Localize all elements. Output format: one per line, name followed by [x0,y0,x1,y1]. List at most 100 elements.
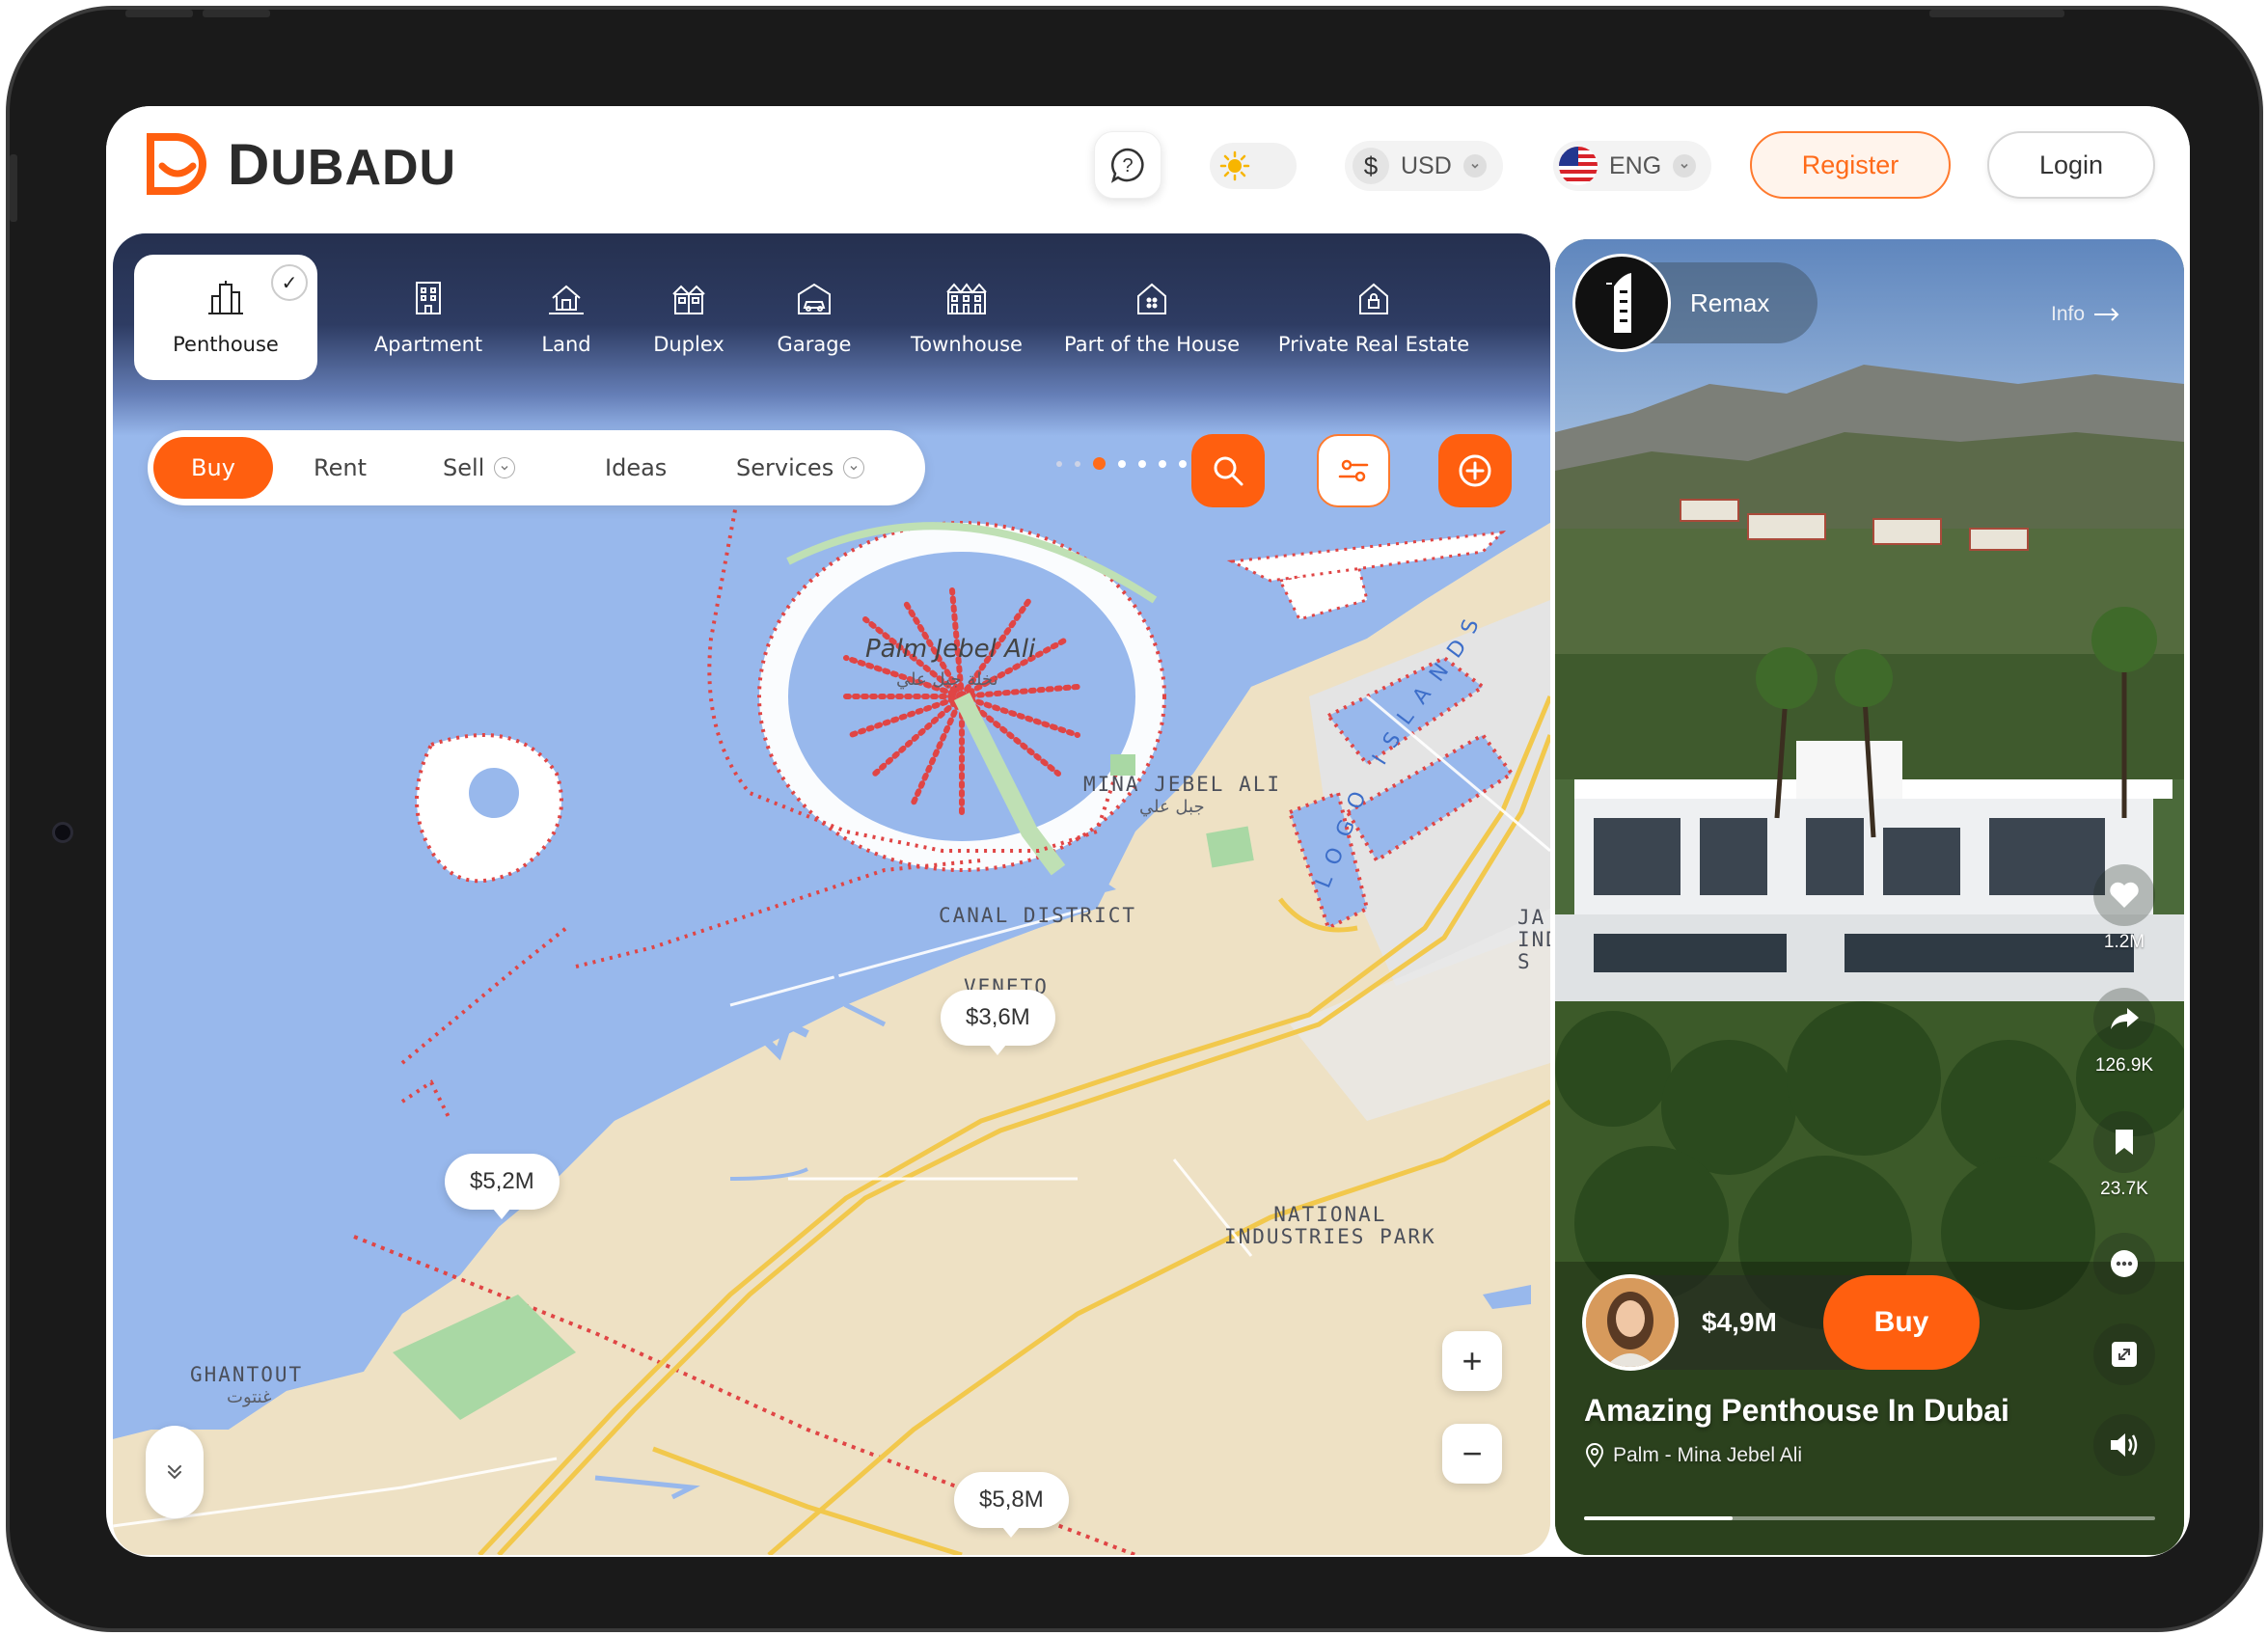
volume-button [125,10,193,17]
location-pin-icon [1585,1443,1604,1468]
chevron-down-icon [843,457,865,478]
agency-name: Remax [1690,287,1770,317]
listing-location: Palm - Mina Jebel Ali [1584,1443,1802,1468]
land-house-icon [549,285,584,314]
page-dot[interactable] [1179,459,1187,468]
rent-tab[interactable]: Rent [314,430,367,505]
zoom-in-button[interactable]: + [1442,1331,1502,1391]
map-label-line: NATIONAL [1273,1203,1387,1226]
brand-name: DUBADU [228,131,457,197]
map-label-canal-district: CANAL DISTRICT [939,904,1137,927]
category-penthouse[interactable]: ✓ Penthouse [134,255,317,380]
rent-label: Rent [314,454,367,481]
skyscraper-icon [208,281,243,314]
price-pin[interactable]: $5,2M [445,1154,560,1219]
page-dot[interactable] [1075,460,1080,467]
page-dot[interactable] [1056,460,1062,467]
fullscreen-action[interactable] [2088,1323,2161,1385]
tablet-frame: DUBADU ? $ USD ENG Register Login ✓ Pent… [6,6,2263,1632]
app-screen: DUBADU ? $ USD ENG Register Login ✓ Pent… [106,106,2190,1557]
listing-title: Amazing Penthouse In Dubai [1584,1393,2009,1428]
language-label: ENG [1609,151,1662,179]
price-pin[interactable]: $5,8M [954,1472,1069,1538]
chevron-down-icon [494,457,516,478]
category-label: Garage [777,333,852,356]
side-button [10,154,17,222]
volume-button [203,10,270,17]
category-label: Duplex [653,333,724,356]
listing-video[interactable]: Remax Info 1.2M 126.9K 23.7K $4,9M Buy A… [1555,239,2184,1555]
agent-avatar[interactable] [1582,1274,1679,1371]
page-dot[interactable] [1159,459,1166,468]
currency-label: USD [1401,151,1452,179]
chat-bubble-icon [2093,1233,2155,1295]
category-label: Land [541,333,591,356]
private-house-icon [1359,283,1388,314]
info-link[interactable]: Info [2051,303,2121,326]
login-button[interactable]: Login [1987,131,2155,199]
speaker-icon [2093,1414,2155,1476]
svg-text:LOGO ISLANDS: LOGO ISLANDS [1311,604,1488,891]
sound-action[interactable] [2088,1414,2161,1476]
theme-toggle[interactable] [1210,143,1297,189]
agency-chip[interactable]: Remax [1572,254,1817,352]
language-select[interactable]: ENG [1553,141,1711,191]
map-label-palm-arabic: نخلة جبل علي [896,669,998,690]
chevron-down-icon [1673,154,1697,177]
chevron-down-icon [1462,154,1487,177]
sell-tab[interactable]: Sell [443,430,516,505]
agency-logo [1572,254,1671,352]
house-part-icon [1137,283,1166,314]
map-label-mina-arabic: جبل علي [1139,797,1205,817]
category-duplex[interactable]: Duplex [636,255,742,380]
save-count: 23.7K [2100,1179,2148,1199]
map-label-logo-islands: LOGO ISLANDS [1232,465,1541,909]
brand-logo[interactable]: DUBADU [141,127,456,201]
listing-price: $4,9M [1702,1307,1777,1337]
question-bubble-icon: ? [1110,148,1144,183]
page-dot[interactable] [1138,459,1146,468]
register-button[interactable]: Register [1750,131,1951,199]
category-label: Private Real Estate [1277,333,1470,356]
video-progress[interactable] [1584,1516,2155,1520]
category-garage[interactable]: Garage [761,255,867,380]
category-part-of-house[interactable]: Part of the House [1060,255,1243,380]
video-progress-fill [1584,1516,1733,1520]
garage-icon [798,283,831,314]
category-label: Part of the House [1064,333,1240,356]
map-label-palm-jebel-ali: Palm Jebel Ali [865,635,1036,664]
price-pin[interactable]: $3,6M [941,990,1055,1055]
currency-select[interactable]: $ USD [1345,141,1503,191]
page-dot[interactable] [1118,459,1126,468]
category-label: Townhouse [911,333,1023,356]
zoom-out-button[interactable]: − [1442,1424,1502,1484]
like-action[interactable]: 1.2M [2088,864,2161,953]
map-panel[interactable]: ✓ Penthouse Apartment Land Duplex Garage… [113,233,1550,1555]
svg-text:?: ? [1122,155,1133,177]
save-action[interactable]: 23.7K [2088,1111,2161,1200]
townhouse-icon [946,283,987,314]
page-dot-active[interactable] [1093,457,1106,470]
bookmark-icon [2093,1111,2155,1173]
category-apartment[interactable]: Apartment [356,255,501,380]
heart-icon [2093,864,2155,926]
collapse-button[interactable] [146,1426,204,1518]
arrow-right-icon [2094,308,2119,321]
map-label-national-industries: NATIONAL INDUSTRIES PARK [1224,1204,1436,1248]
services-tab[interactable]: Services [736,430,865,505]
category-townhouse[interactable]: Townhouse [894,255,1039,380]
share-action[interactable]: 126.9K [2088,988,2161,1077]
map-label-line: JA [1517,906,1546,929]
ideas-tab[interactable]: Ideas [605,430,667,505]
buy-tab[interactable]: Buy [153,437,273,499]
map-label-jafza: JA IND S [1517,907,1550,973]
ideas-label: Ideas [605,454,668,481]
double-chevron-down-icon [168,1465,181,1480]
expand-icon [2093,1323,2155,1385]
help-button[interactable]: ? [1094,131,1161,199]
comments-action[interactable] [2088,1233,2161,1295]
buy-button[interactable]: Buy [1823,1275,1980,1370]
category-land[interactable]: Land [518,255,615,380]
check-icon: ✓ [271,264,308,301]
category-private-real-estate[interactable]: Private Real Estate [1263,255,1485,380]
